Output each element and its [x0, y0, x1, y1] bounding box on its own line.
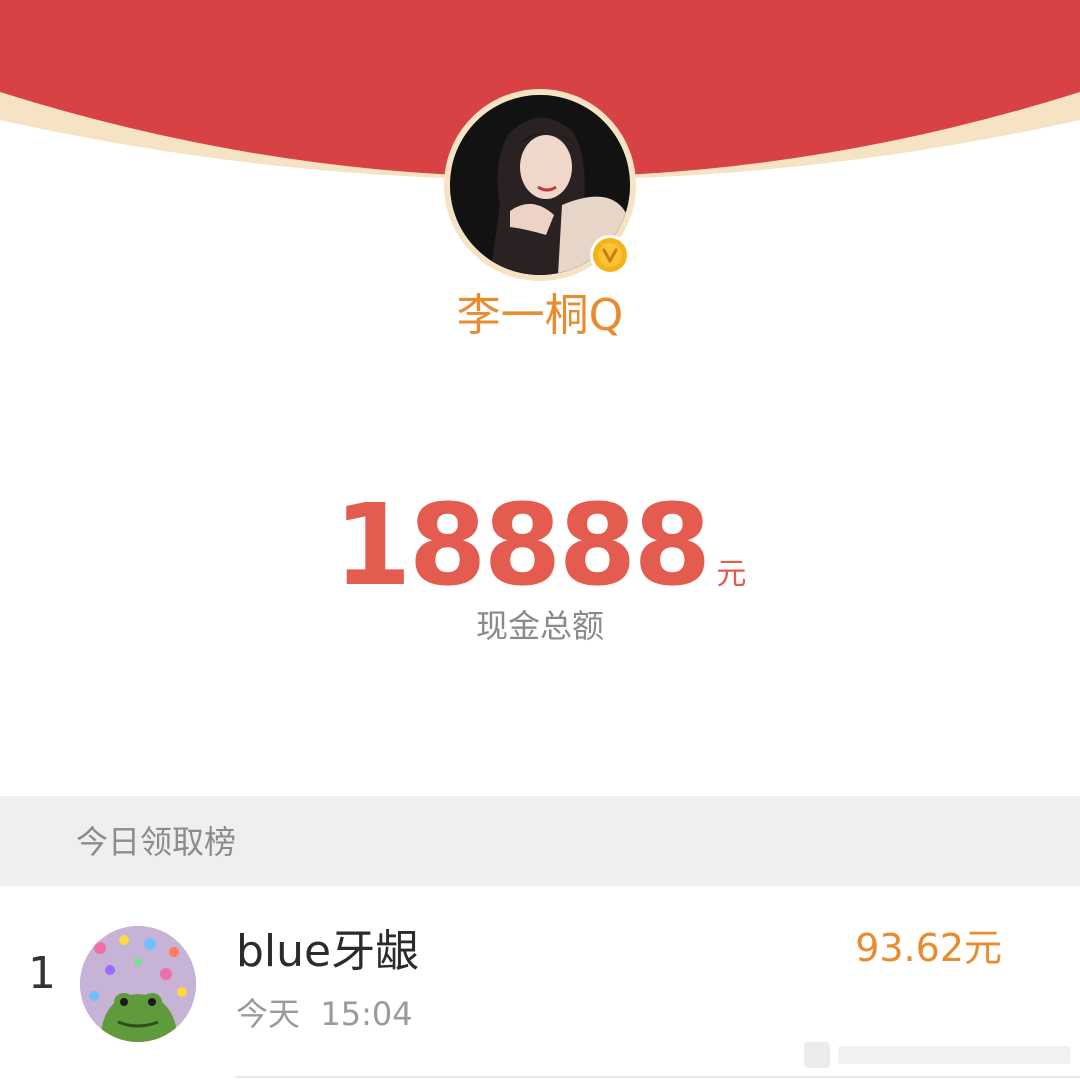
- total-amount-label: 现金总额: [475, 607, 604, 645]
- leaderboard-user-name: blue牙龈: [236, 926, 420, 977]
- leaderboard-claim-amount: 93.62元: [855, 926, 1002, 970]
- row-divider: [236, 1076, 1080, 1078]
- total-amount: 18888 元: [0, 490, 1080, 602]
- verified-badge-icon: [590, 235, 630, 275]
- leaderboard-claim-time: 今天 15:04: [236, 995, 413, 1033]
- leaderboard-header: 今日领取榜: [0, 796, 1080, 886]
- frog-avatar-icon[interactable]: [80, 926, 196, 1042]
- total-amount-value: 18888: [333, 481, 712, 611]
- total-amount-unit: 元: [716, 557, 747, 592]
- leaderboard-rank: 1: [28, 948, 56, 999]
- watermark-logo: [804, 1042, 1070, 1068]
- leaderboard-title: 今日领取榜: [76, 823, 237, 861]
- host-name[interactable]: 李一桐Q: [0, 288, 1080, 344]
